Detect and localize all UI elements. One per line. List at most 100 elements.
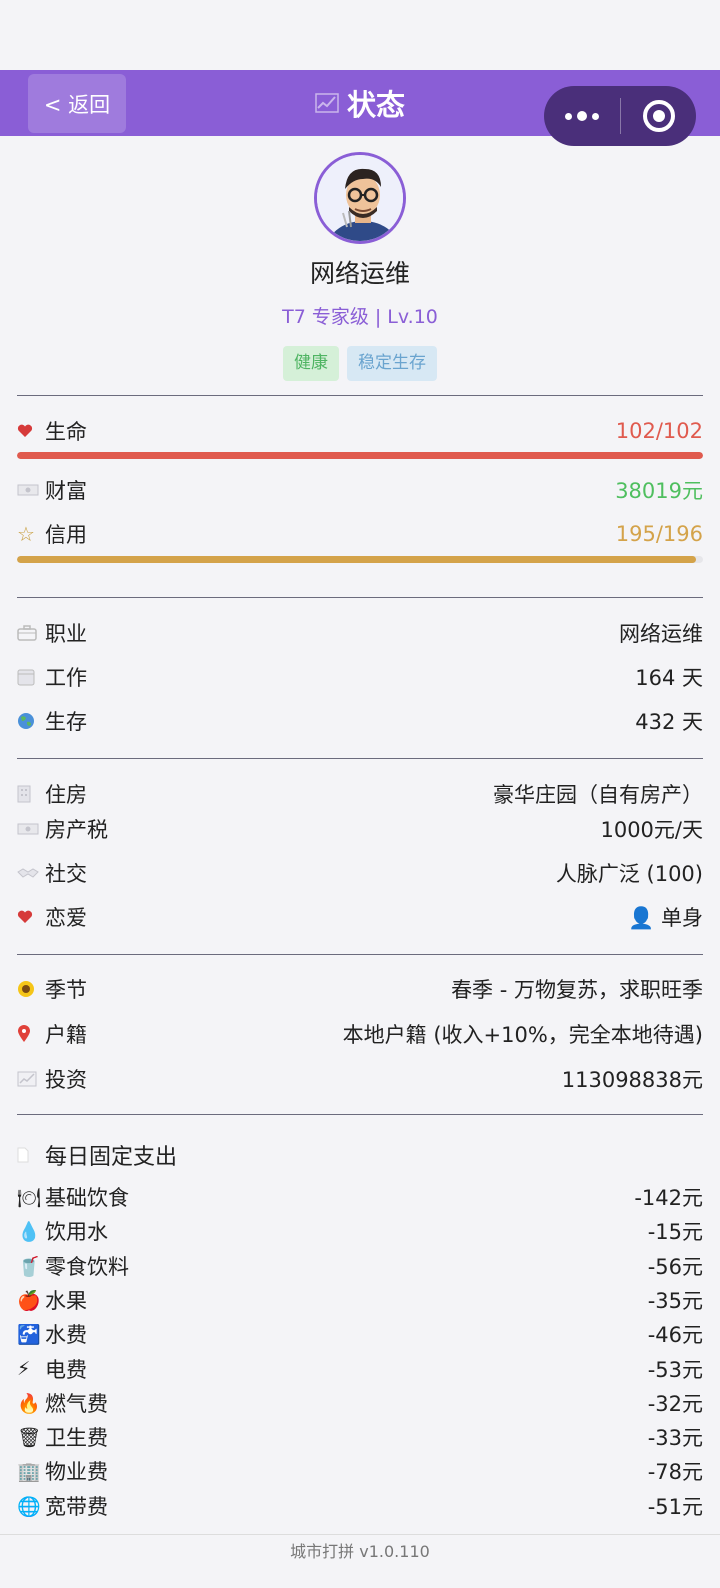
divider [17, 758, 703, 759]
info-label: 住房 [45, 783, 87, 807]
stat-value: 102/102 [615, 419, 703, 443]
stat-row-wealth: 财富 38019元 [17, 473, 703, 507]
expense-row: 🍎 水果 -35元 [17, 1283, 703, 1317]
document-icon [17, 1147, 45, 1163]
navigation-bar: < 返回 状态 [0, 70, 720, 146]
info-row-career: 职业 网络运维 [17, 616, 703, 650]
credit-progress-bar [17, 556, 703, 563]
info-row-survival-days: 生存 432 天 [17, 704, 703, 738]
stat-label: 信用 [45, 523, 87, 547]
info-value: 人脉广泛 (100) [555, 862, 703, 886]
expense-row: 🌐 宽带费 -51元 [17, 1489, 703, 1523]
info-row-romance: 恋爱 👤 单身 [17, 900, 703, 934]
divider [17, 395, 703, 396]
expense-label: 零食饮料 [45, 1255, 129, 1279]
expense-label: 宽带费 [45, 1495, 108, 1519]
globe-icon: 🌐 [17, 1495, 41, 1518]
expense-value: -53元 [647, 1358, 703, 1382]
heart-icon [17, 424, 45, 438]
trash-icon: 🗑 [17, 1426, 42, 1449]
info-value: 网络运维 [619, 622, 703, 646]
expense-value: -15元 [647, 1220, 703, 1244]
heart-icon [17, 910, 45, 924]
info-label: 季节 [45, 978, 87, 1002]
info-label: 恋爱 [45, 906, 87, 930]
expense-label: 水费 [45, 1323, 87, 1347]
expense-row: 🏢 物业费 -78元 [17, 1454, 703, 1488]
info-row-housing: 住房 豪华庄园（自有房产） [17, 777, 703, 811]
divider [17, 1114, 703, 1115]
profile-name: 网络运维 [309, 259, 410, 288]
life-progress-bar [17, 452, 703, 459]
calendar-icon [17, 668, 45, 686]
info-value: 432 天 [635, 710, 703, 734]
info-value: 164 天 [635, 666, 703, 690]
info-row-hukou: 户籍 本地户籍 (收入+10%，完全本地待遇) [17, 1017, 703, 1051]
expense-value: -32元 [647, 1392, 703, 1416]
money-icon [17, 822, 45, 836]
expense-value: -33元 [647, 1426, 703, 1450]
stat-value: 195/196 [615, 522, 703, 546]
expense-row: 💧 饮用水 -15元 [17, 1214, 703, 1248]
info-label: 社交 [45, 862, 87, 886]
drink-icon: 🥤 [17, 1255, 41, 1278]
info-value: 1000元/天 [600, 818, 703, 842]
info-row-investment: 投资 113098838元 [17, 1062, 703, 1096]
info-row-season: 季节 春季 - 万物复苏，求职旺季 [17, 972, 703, 1006]
building-icon [17, 785, 45, 803]
star-icon: ☆ [17, 522, 35, 546]
stat-label: 生命 [45, 420, 87, 444]
page-title-text: 状态 [346, 88, 405, 122]
stat-label: 财富 [45, 479, 87, 503]
expense-label: 电费 [45, 1358, 87, 1382]
avatar [314, 152, 406, 244]
water-drop-icon: 💧 [17, 1220, 41, 1243]
info-row-social: 社交 人脉广泛 (100) [17, 856, 703, 890]
expense-value: -78元 [647, 1460, 703, 1484]
expense-row: 🚰 水费 -46元 [17, 1317, 703, 1351]
expense-label: 卫生费 [45, 1426, 108, 1450]
building-icon: 🏢 [17, 1460, 41, 1483]
divider [17, 597, 703, 598]
expense-value: -51元 [647, 1495, 703, 1519]
briefcase-icon [17, 625, 45, 641]
close-mini-program-button[interactable] [621, 100, 696, 132]
chart-icon [315, 93, 339, 113]
info-label: 生存 [45, 710, 87, 734]
pin-icon [17, 1025, 45, 1043]
status-tags: 健康 稳定生存 [0, 346, 720, 381]
info-row-work-days: 工作 164 天 [17, 660, 703, 694]
info-value: 👤 单身 [628, 906, 703, 930]
life-progress-fill [17, 452, 703, 459]
info-label: 投资 [45, 1068, 87, 1092]
expense-row: 🍽 基础饮食 -142元 [17, 1180, 703, 1214]
more-options-button[interactable] [544, 111, 620, 121]
faucet-icon: 🚰 [17, 1323, 41, 1346]
expense-row: 🥤 零食饮料 -56元 [17, 1249, 703, 1283]
globe-icon [17, 712, 45, 730]
sunflower-icon [17, 980, 45, 998]
info-label: 户籍 [45, 1023, 87, 1047]
app-version: 城市打拼 v1.0.110 [290, 1542, 430, 1561]
footer: 城市打拼 v1.0.110 [0, 1534, 720, 1588]
stat-row-life: 生命 102/102 [17, 414, 703, 448]
section-title-text: 每日固定支出 [45, 1145, 178, 1170]
mini-program-capsule [544, 86, 696, 146]
profile-level: T7 专家级 | Lv.10 [282, 306, 438, 328]
target-icon [642, 100, 675, 132]
divider [17, 954, 703, 955]
expense-value: -35元 [647, 1289, 703, 1313]
expense-value: -46元 [647, 1323, 703, 1347]
info-label: 职业 [45, 622, 87, 646]
status-badge-health: 健康 [283, 346, 339, 381]
info-value: 113098838元 [561, 1068, 703, 1092]
credit-progress-fill [17, 556, 697, 563]
stat-value: 38019元 [615, 479, 703, 503]
expense-label: 物业费 [45, 1460, 108, 1484]
stat-row-credit: ☆ 信用 195/196 [17, 517, 703, 551]
expense-value: -56元 [647, 1255, 703, 1279]
info-label: 工作 [45, 666, 87, 690]
food-icon: 🍽 [17, 1186, 42, 1209]
expense-row: 🔥 燃气费 -32元 [17, 1386, 703, 1420]
info-value: 本地户籍 (收入+10%，完全本地待遇) [342, 1023, 703, 1047]
